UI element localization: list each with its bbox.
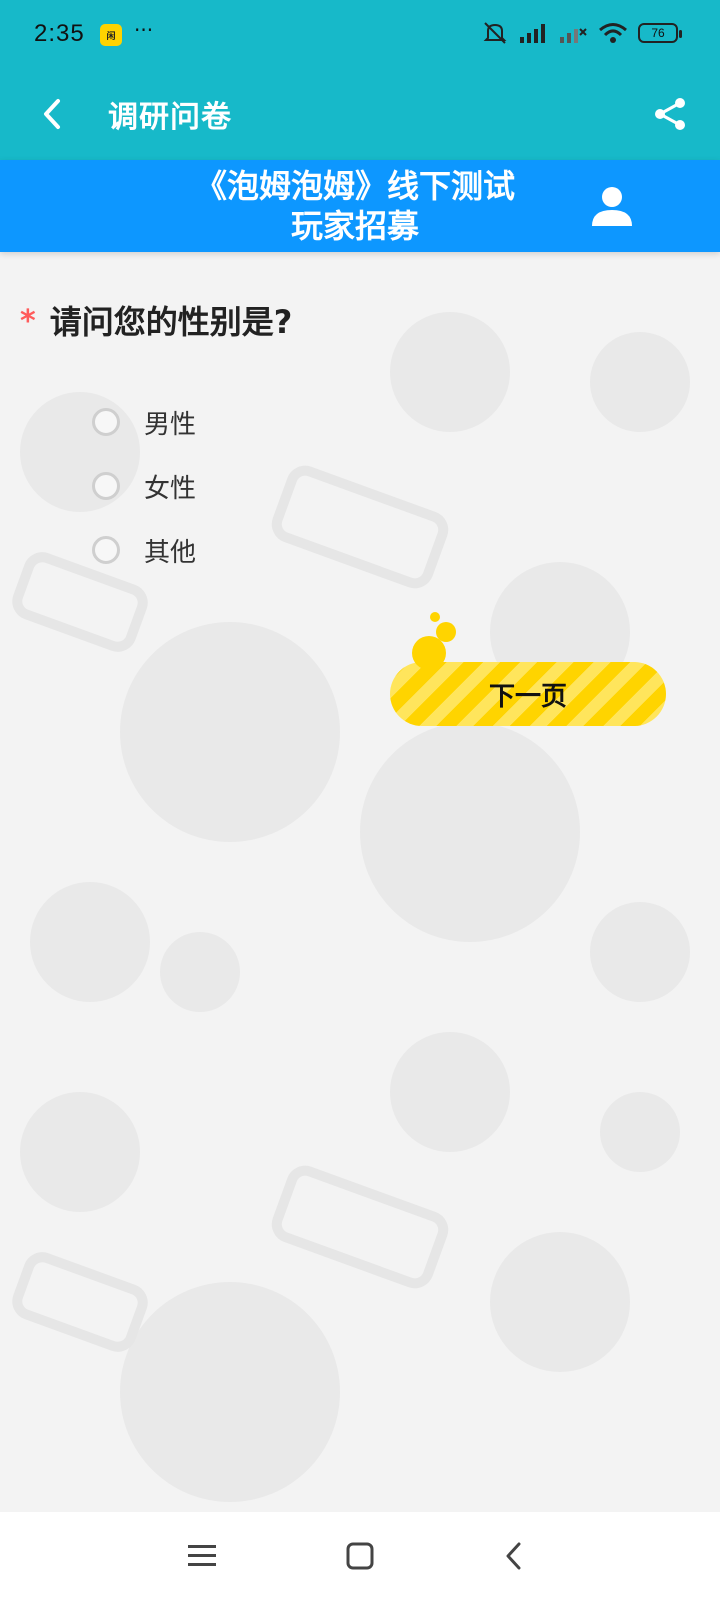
radio-button[interactable] (92, 536, 120, 564)
next-button-wrapper: 下一页 (390, 612, 670, 732)
bubble-decoration (436, 622, 456, 642)
options-group: 男性 女性 其他 (92, 390, 196, 582)
recent-apps-button[interactable] (180, 1534, 224, 1578)
wifi-icon (599, 23, 627, 43)
status-time: 2:35 (34, 20, 85, 47)
signal-icon (520, 24, 545, 43)
battery-icon: 76 (638, 23, 682, 43)
square-home-icon (346, 1542, 374, 1570)
banner-title: 《泡姆泡姆》线下测试 玩家招募 (170, 166, 540, 246)
share-icon (655, 98, 685, 130)
option-female[interactable]: 女性 (92, 454, 196, 518)
signal-2-icon (560, 28, 587, 43)
banner-title-line1: 《泡姆泡姆》线下测试 (194, 167, 515, 205)
option-other[interactable]: 其他 (92, 518, 196, 582)
more-notifications: ··· (134, 18, 154, 42)
option-male[interactable]: 男性 (92, 390, 196, 454)
option-label: 其他 (144, 537, 197, 568)
radio-button[interactable] (92, 408, 120, 436)
status-icons: 76 (482, 20, 682, 46)
question-text: 请问您的性别是? (49, 303, 293, 341)
back-nav-button[interactable] (492, 1534, 536, 1578)
option-label: 男性 (144, 409, 197, 440)
bubble-decoration (430, 612, 440, 622)
option-label: 女性 (144, 473, 197, 504)
next-page-button[interactable]: 下一页 (390, 662, 666, 726)
survey-banner: 《泡姆泡姆》线下测试 玩家招募 (0, 160, 720, 252)
back-button[interactable] (28, 90, 76, 138)
home-button[interactable] (338, 1534, 382, 1578)
user-button[interactable] (586, 180, 638, 232)
radio-button[interactable] (92, 472, 120, 500)
mute-bell-icon (483, 22, 507, 44)
banner-title-line2: 玩家招募 (290, 207, 419, 245)
page-title: 调研问卷 (108, 100, 232, 135)
chevron-left-icon (44, 99, 60, 129)
app-bar: 调研问卷 (0, 72, 720, 160)
status-bar: 2:35 闲 ··· 76 (0, 0, 720, 72)
share-button[interactable] (646, 90, 694, 138)
user-icon (592, 187, 632, 226)
menu-icon (188, 1545, 216, 1566)
system-nav-bar (0, 1512, 720, 1600)
back-triangle-icon (506, 1542, 521, 1570)
app-notification-icon: 闲 (100, 24, 122, 46)
required-mark: * (20, 304, 36, 339)
question-title: * 请问您的性别是? (20, 300, 292, 344)
